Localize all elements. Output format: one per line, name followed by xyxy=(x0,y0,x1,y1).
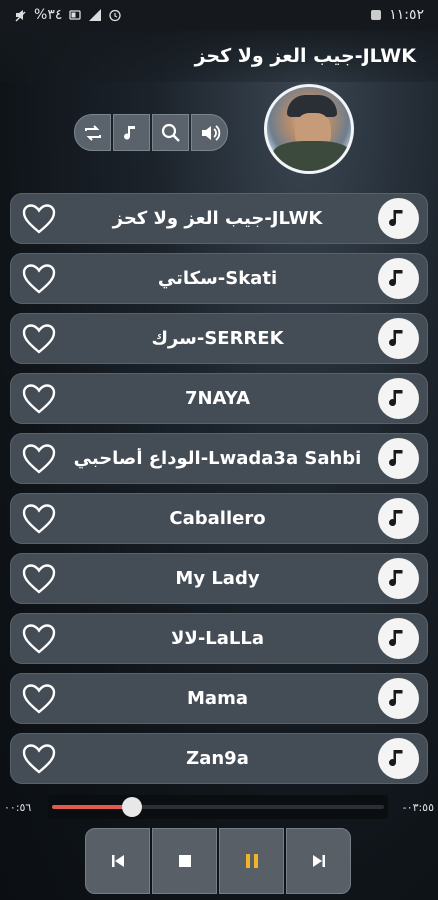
music-note-icon xyxy=(388,209,402,226)
music-note-icon xyxy=(388,329,402,346)
gallery-icon xyxy=(371,10,382,20)
artist-avatar xyxy=(264,84,354,174)
battery-icon xyxy=(69,10,82,20)
alarm-icon xyxy=(109,9,122,22)
song-title: Mama xyxy=(187,688,248,709)
song-row[interactable]: My Lady xyxy=(10,553,428,604)
previous-icon xyxy=(111,855,124,867)
status-left: %٣٤ xyxy=(14,7,122,23)
song-row[interactable]: Zan9a xyxy=(10,733,428,784)
remaining-time: -٠٣:٥٥ xyxy=(402,800,434,814)
heart-icon xyxy=(22,743,56,774)
volume-button[interactable] xyxy=(191,114,228,151)
song-row[interactable]: جيب العز ولا كحز-JLWK xyxy=(10,193,428,244)
play-song-button[interactable] xyxy=(378,318,419,359)
play-song-button[interactable] xyxy=(378,558,419,599)
previous-button[interactable] xyxy=(85,828,150,894)
music-note-icon xyxy=(388,749,402,766)
play-song-button[interactable] xyxy=(378,678,419,719)
song-list: جيب العز ولا كحز-JLWK سكاتي-Skati سرك-SERR… xyxy=(10,193,428,784)
song-row[interactable]: الوداع أصاحبي-Lwada3a Sahbi xyxy=(10,433,428,484)
favorite-button[interactable] xyxy=(21,621,57,657)
song-title: سكاتي-Skati xyxy=(157,268,278,289)
play-song-button[interactable] xyxy=(378,198,419,239)
play-song-button[interactable] xyxy=(378,258,419,299)
status-bar: %٣٤ ١١:٥٢ xyxy=(0,0,438,30)
music-note-icon xyxy=(388,449,402,466)
song-row[interactable]: 7NAYA xyxy=(10,373,428,424)
song-title: سرك-SERREK xyxy=(151,328,284,349)
music-note-icon xyxy=(388,689,402,706)
favorite-button[interactable] xyxy=(21,561,57,597)
search-button[interactable] xyxy=(152,114,189,151)
seek-thumb[interactable] xyxy=(121,797,142,817)
song-row[interactable]: Mama xyxy=(10,673,428,724)
favorite-button[interactable] xyxy=(21,501,57,537)
next-button[interactable] xyxy=(286,828,351,894)
elapsed-time: ٠٠:٥٦ xyxy=(4,800,32,814)
next-icon xyxy=(312,855,325,867)
song-row[interactable]: سكاتي-Skati xyxy=(10,253,428,304)
song-title: 7NAYA xyxy=(184,388,251,409)
search-icon xyxy=(161,123,180,142)
favorite-button[interactable] xyxy=(21,441,57,477)
song-row[interactable]: سرك-SERREK xyxy=(10,313,428,364)
music-note-icon xyxy=(388,509,402,526)
song-row[interactable]: Caballero xyxy=(10,493,428,544)
song-title: جيب العز ولا كحز-JLWK xyxy=(112,208,323,229)
repeat-icon xyxy=(84,124,101,141)
toolbar xyxy=(74,114,228,151)
play-song-button[interactable] xyxy=(378,438,419,479)
music-note-icon xyxy=(123,125,135,140)
seek-bar-fill xyxy=(52,805,132,809)
play-song-button[interactable] xyxy=(378,618,419,659)
stop-button[interactable] xyxy=(152,828,217,894)
battery-percent: %٣٤ xyxy=(34,7,63,23)
pause-icon xyxy=(245,854,258,868)
page-title: جيب العز ولا كحز-JLWK xyxy=(194,45,416,67)
favorite-button[interactable] xyxy=(21,741,57,777)
player-controls xyxy=(85,828,351,894)
repeat-button[interactable] xyxy=(74,114,111,151)
avatar-shirt xyxy=(273,141,351,171)
heart-icon xyxy=(22,383,56,414)
music-note-icon xyxy=(388,569,402,586)
mute-icon xyxy=(15,10,26,22)
music-button[interactable] xyxy=(113,114,150,151)
song-title: Caballero xyxy=(169,508,266,529)
song-title: My Lady xyxy=(175,568,260,589)
play-song-button[interactable] xyxy=(378,378,419,419)
favorite-button[interactable] xyxy=(21,261,57,297)
heart-icon xyxy=(22,683,56,714)
favorite-button[interactable] xyxy=(21,381,57,417)
heart-icon xyxy=(22,263,56,294)
seek-bar[interactable] xyxy=(52,805,384,809)
music-note-icon xyxy=(388,389,402,406)
heart-icon xyxy=(22,563,56,594)
heart-icon xyxy=(22,323,56,354)
progress-row: ٠٠:٥٦ -٠٣:٥٥ xyxy=(0,795,438,819)
favorite-button[interactable] xyxy=(21,201,57,237)
signal-icon xyxy=(89,9,102,21)
song-title: Zan9a xyxy=(186,748,249,769)
song-title: الوداع أصاحبي-Lwada3a Sahbi xyxy=(73,448,362,469)
header: جيب العز ولا كحز-JLWK xyxy=(0,30,438,82)
play-song-button[interactable] xyxy=(378,498,419,539)
heart-icon xyxy=(22,203,56,234)
stop-icon xyxy=(178,855,191,867)
heart-icon xyxy=(22,443,56,474)
volume-icon xyxy=(201,124,220,141)
clock: ١١:٥٢ xyxy=(389,7,424,23)
pause-button[interactable] xyxy=(219,828,284,894)
song-row[interactable]: لالا-LaLLa xyxy=(10,613,428,664)
favorite-button[interactable] xyxy=(21,681,57,717)
heart-icon xyxy=(22,503,56,534)
music-note-icon xyxy=(388,269,402,286)
song-title: لالا-LaLLa xyxy=(171,628,264,649)
play-song-button[interactable] xyxy=(378,738,419,779)
status-right: ١١:٥٢ xyxy=(369,7,424,23)
heart-icon xyxy=(22,623,56,654)
favorite-button[interactable] xyxy=(21,321,57,357)
music-note-icon xyxy=(388,629,402,646)
